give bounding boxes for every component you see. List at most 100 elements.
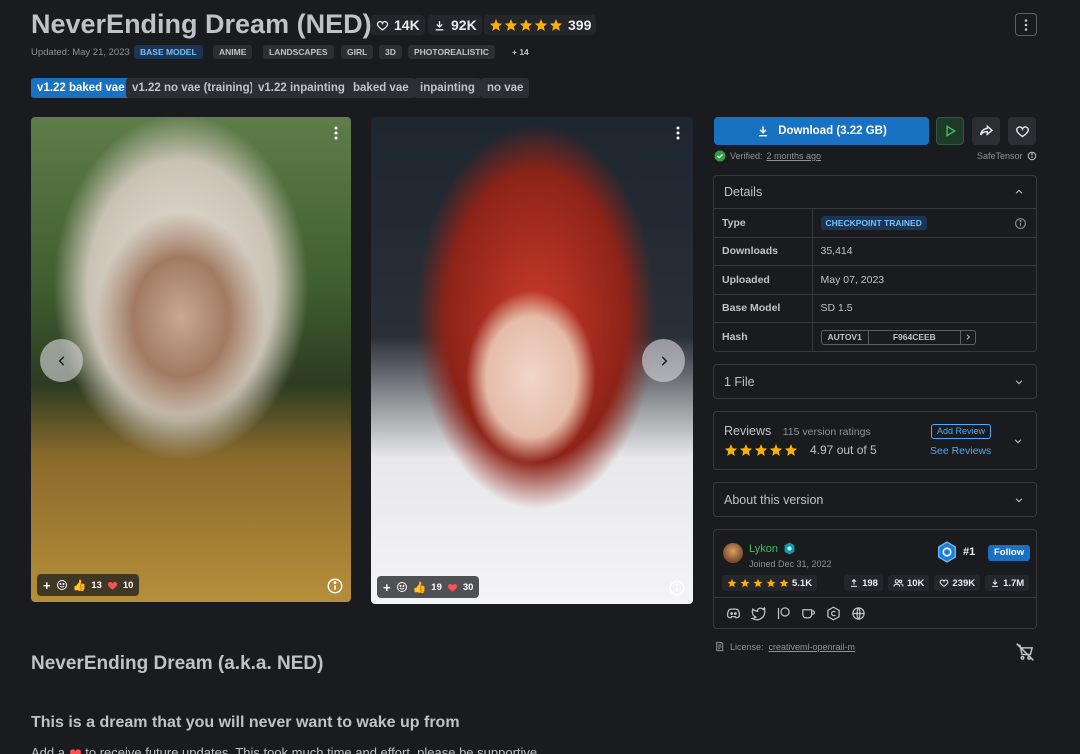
creator-panel: Lykon Joined Dec 31, 2022 #1 Follow 5.1K…	[713, 529, 1037, 629]
details-header[interactable]: Details	[714, 176, 1036, 208]
tag-girl[interactable]: GIRL	[341, 45, 374, 59]
chevron-down-icon	[1014, 495, 1024, 505]
version-tab-no-vae[interactable]: no vae	[481, 78, 530, 98]
chevron-right-icon[interactable]	[961, 331, 975, 344]
share-button[interactable]	[972, 117, 1000, 145]
more-options-button[interactable]	[1015, 13, 1037, 36]
globe-icon[interactable]	[851, 606, 866, 621]
heart-icon	[1015, 124, 1030, 139]
creator-uploads: 198	[844, 575, 883, 591]
star-icon	[724, 443, 738, 457]
license-info: License: creativeml-openrail-m	[714, 641, 855, 652]
chevron-down-icon	[1013, 436, 1023, 446]
star-icon	[766, 578, 776, 588]
version-tab-inpainting-122[interactable]: v1.22 inpainting	[252, 78, 351, 98]
star-icon	[740, 578, 750, 588]
tag-base-model[interactable]: BASE MODEL	[134, 45, 203, 59]
info-icon	[668, 579, 686, 597]
tag-photorealistic[interactable]: PHOTOREALISTIC	[408, 45, 495, 59]
files-panel[interactable]: 1 File	[713, 364, 1037, 399]
twitter-icon[interactable]	[751, 606, 766, 621]
carousel-prev-button[interactable]	[40, 339, 83, 382]
patreon-icon[interactable]	[776, 606, 791, 621]
star-icon	[519, 18, 533, 32]
share-icon	[978, 123, 994, 139]
table-row: Type CHECKPOINT TRAINED	[714, 208, 1036, 237]
info-icon	[326, 577, 344, 595]
play-icon	[943, 124, 957, 138]
table-row: Uploaded May 07, 2023	[714, 265, 1036, 294]
star-icon	[504, 18, 518, 32]
kofi-icon[interactable]	[801, 606, 816, 621]
heart-filled-icon	[447, 582, 458, 593]
hash-algo[interactable]: AUTOV1	[822, 330, 869, 344]
add-reaction-icon: +	[43, 577, 51, 593]
rating-stat[interactable]: 399	[484, 15, 597, 35]
civitai-icon[interactable]	[826, 606, 841, 621]
badge-icon	[783, 542, 796, 555]
verified-status: Verified: 2 months ago	[714, 150, 821, 162]
star-icon	[549, 18, 563, 32]
page-title: NeverEnding Dream (NED)	[31, 9, 372, 39]
smiley-icon	[396, 581, 408, 593]
version-tab-baked-vae-122[interactable]: v1.22 baked vae	[31, 78, 131, 98]
image-reactions[interactable]: + 👍 13 10	[37, 574, 140, 596]
dots-vertical-icon	[1024, 18, 1028, 31]
users-icon	[893, 578, 904, 588]
creator-downloads: 1.7M	[985, 575, 1030, 591]
carousel-next-button[interactable]	[642, 339, 685, 382]
table-row: Hash AUTOV1 F964CEEB	[714, 322, 1036, 351]
image-menu-button[interactable]	[328, 125, 344, 141]
version-tab-no-vae-122[interactable]: v1.22 no vae (training)	[126, 78, 260, 98]
review-score: 4.97 out of 5	[810, 443, 877, 457]
star-icon	[727, 578, 737, 588]
about-version-panel[interactable]: About this version	[713, 482, 1037, 517]
info-icon[interactable]	[1027, 151, 1037, 161]
shopping-cart-off-icon	[1015, 642, 1035, 662]
description-subheading: This is a dream that you will never want…	[31, 714, 460, 731]
tag-landscapes[interactable]: LANDSCAPES	[263, 45, 334, 59]
verified-time-link[interactable]: 2 months ago	[767, 151, 822, 161]
likes-stat[interactable]: 14K	[371, 15, 425, 35]
license-link[interactable]: creativeml-openrail-m	[769, 642, 856, 652]
follow-button[interactable]: Follow	[988, 545, 1031, 561]
tag-anime[interactable]: ANIME	[213, 45, 253, 59]
hash-selector[interactable]: AUTOV1 F964CEEB	[820, 329, 976, 345]
image-menu-button[interactable]	[670, 125, 686, 141]
review-stars	[724, 443, 798, 457]
rank-gear-icon	[937, 541, 957, 563]
version-tab-baked-vae[interactable]: baked vae	[347, 78, 415, 98]
no-sell-button[interactable]	[1015, 642, 1035, 662]
image-info-button[interactable]	[326, 577, 344, 595]
chevron-up-icon	[1014, 187, 1024, 197]
tag-3d[interactable]: 3D	[379, 45, 402, 59]
info-icon[interactable]	[1014, 217, 1027, 230]
updated-date: Updated: May 21, 2023	[31, 47, 130, 58]
see-reviews-link[interactable]: See Reviews	[930, 445, 991, 457]
license-icon	[714, 641, 725, 652]
reviews-expand-button[interactable]	[1013, 436, 1023, 446]
image-info-button[interactable]	[668, 579, 686, 597]
image-reactions[interactable]: + 👍 19 30	[377, 576, 480, 598]
download-icon	[990, 578, 1000, 588]
creator-name[interactable]: Lykon	[749, 543, 778, 555]
dots-vertical-icon	[676, 126, 680, 140]
run-button[interactable]	[936, 117, 964, 145]
table-row: Base Model SD 1.5	[714, 293, 1036, 323]
version-tab-inpainting[interactable]: inpainting	[414, 78, 481, 98]
favorite-button[interactable]	[1008, 117, 1036, 145]
more-tags[interactable]: + 14	[506, 45, 535, 59]
details-table: Type CHECKPOINT TRAINED Downloads 35,414…	[714, 208, 1036, 351]
download-icon	[433, 19, 446, 32]
download-button[interactable]: Download (3.22 GB)	[714, 117, 929, 145]
thumbs-up-icon: 👍	[412, 581, 427, 594]
reviews-panel: Reviews 115 version ratings 4.97 out of …	[713, 411, 1037, 470]
avatar[interactable]	[723, 543, 743, 563]
verified-shield-icon	[714, 150, 726, 162]
description-text: Add a to receive future updates. This to…	[31, 745, 537, 754]
star-icon	[784, 443, 798, 457]
dots-vertical-icon	[334, 126, 338, 140]
add-review-button[interactable]: Add Review	[931, 424, 992, 439]
hash-value[interactable]: F964CEEB	[869, 330, 961, 344]
discord-icon[interactable]	[726, 606, 741, 621]
